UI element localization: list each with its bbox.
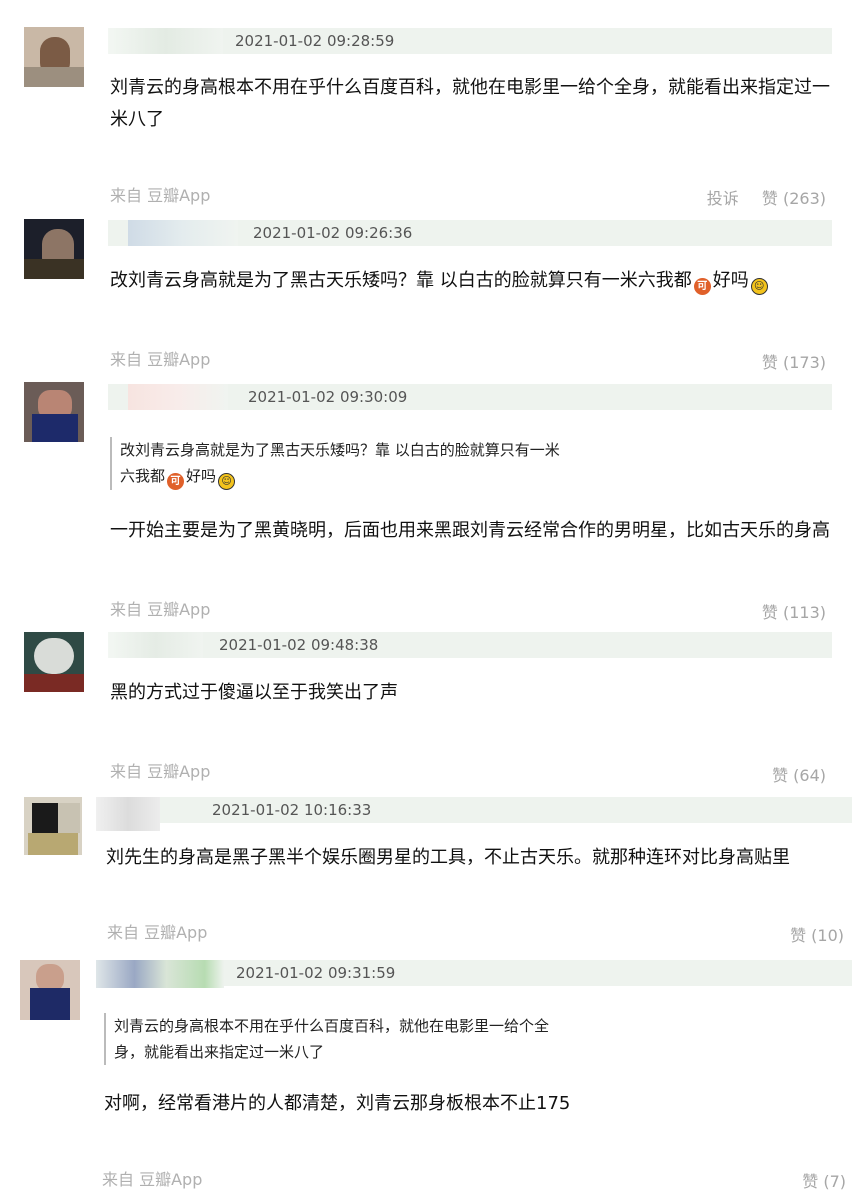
comment-text: 刘先生的身高是黑子黑半个娱乐圈男星的工具，不止古天乐。就那种连环对比身高贴里 xyxy=(106,847,790,868)
comment-text: 刘青云的身高根本不用在乎什么百度百科，就他在电影里一给个全身，就能看出来指定过一… xyxy=(110,77,830,130)
laughing-emoji-icon: ☺ xyxy=(218,473,236,490)
comment-text-part: 好吗 xyxy=(712,270,749,291)
like-button[interactable]: 赞 (173) xyxy=(762,353,826,372)
comment-actions: 赞 (173) xyxy=(744,349,826,373)
comment-timestamp: 2021-01-02 09:28:59 xyxy=(235,32,395,50)
username-redacted[interactable] xyxy=(128,384,228,410)
comment-header: 2021-01-02 09:48:38 xyxy=(108,632,832,658)
like-button[interactable]: 赞 (64) xyxy=(772,766,826,785)
comment-header: 2021-01-02 09:30:09 xyxy=(108,384,832,410)
quote-line: 改刘青云身高就是为了黑古天乐矮吗？靠 以白古的脸就算只有一米 xyxy=(120,441,560,459)
username-redacted[interactable] xyxy=(96,960,224,988)
quote-text-part: 好吗 xyxy=(186,467,217,485)
comment-text: 黑的方式过于傻逼以至于我笑出了声 xyxy=(110,682,398,703)
avatar[interactable] xyxy=(24,382,84,442)
quoted-reply: 刘青云的身高根本不用在乎什么百度百科，就他在电影里一给个全 身，就能看出来指定过… xyxy=(104,1013,674,1065)
comment-timestamp: 2021-01-02 10:16:33 xyxy=(212,801,372,819)
comment-text: 对啊，经常看港片的人都清楚，刘青云那身板根本不止175 xyxy=(104,1093,571,1114)
username-redacted[interactable] xyxy=(108,28,223,54)
comment-header: 2021-01-02 09:28:59 xyxy=(108,28,832,54)
emoji-icon: 可 xyxy=(693,278,711,295)
like-button[interactable]: 赞 (113) xyxy=(762,603,826,622)
username-redacted[interactable] xyxy=(96,797,160,831)
comment-timestamp: 2021-01-02 09:31:59 xyxy=(236,964,396,982)
comment-source: 来自 豆瓣App xyxy=(110,600,211,619)
comment-source: 来自 豆瓣App xyxy=(110,186,211,205)
avatar[interactable] xyxy=(24,632,84,692)
username-redacted[interactable] xyxy=(108,632,203,658)
comment-text: 一开始主要是为了黑黄晓明，后面也用来黑跟刘青云经常合作的男明星，比如古天乐的身高 xyxy=(110,520,830,541)
avatar[interactable] xyxy=(24,219,84,279)
comment-actions: 赞 (113) xyxy=(744,599,826,623)
comment-text-part: 改刘青云身高就是为了黑古天乐矮吗？靠 以白古的脸就算只有一米六我都 xyxy=(110,270,692,291)
like-button[interactable]: 赞 (263) xyxy=(762,189,826,208)
laughing-emoji-icon: ☺ xyxy=(750,278,768,295)
quote-line: 刘青云的身高根本不用在乎什么百度百科，就他在电影里一给个全 xyxy=(114,1017,550,1035)
comment-timestamp: 2021-01-02 09:30:09 xyxy=(248,388,408,406)
comment-actions: 投诉 赞 (263) xyxy=(689,185,826,209)
comment-timestamp: 2021-01-02 09:26:36 xyxy=(253,224,413,242)
avatar[interactable] xyxy=(24,27,84,87)
report-button[interactable]: 投诉 xyxy=(707,189,739,208)
quote-line: 身，就能看出来指定过一米八了 xyxy=(114,1043,325,1061)
comment-source: 来自 豆瓣App xyxy=(102,1170,203,1189)
quote-text-part: 六我都 xyxy=(120,467,166,485)
avatar[interactable] xyxy=(24,797,82,855)
comment-source: 来自 豆瓣App xyxy=(110,762,211,781)
comment-actions: 赞 (10) xyxy=(772,922,844,946)
comment-header: 2021-01-02 09:31:59 xyxy=(96,960,852,988)
comment-source: 来自 豆瓣App xyxy=(107,923,208,942)
like-button[interactable]: 赞 (7) xyxy=(802,1172,846,1191)
quoted-reply: 改刘青云身高就是为了黑古天乐矮吗？靠 以白古的脸就算只有一米 六我都可好吗 ☺ xyxy=(110,437,680,490)
comment-actions: 赞 (64) xyxy=(754,762,826,786)
comment-source: 来自 豆瓣App xyxy=(110,350,211,369)
comment-actions: 赞 (7) xyxy=(784,1168,846,1192)
emoji-icon: 可 xyxy=(167,473,185,490)
comment-header: 2021-01-02 10:16:33 xyxy=(96,797,852,831)
quote-line: 六我都可好吗 ☺ xyxy=(120,463,680,490)
like-button[interactable]: 赞 (10) xyxy=(790,926,844,945)
comment-text: 改刘青云身高就是为了黑古天乐矮吗？靠 以白古的脸就算只有一米六我都可好吗 ☺ xyxy=(110,265,832,297)
comment-header: 2021-01-02 09:26:36 xyxy=(108,220,832,246)
comment-timestamp: 2021-01-02 09:48:38 xyxy=(219,636,379,654)
username-redacted[interactable] xyxy=(128,220,238,246)
avatar[interactable] xyxy=(20,960,80,1020)
